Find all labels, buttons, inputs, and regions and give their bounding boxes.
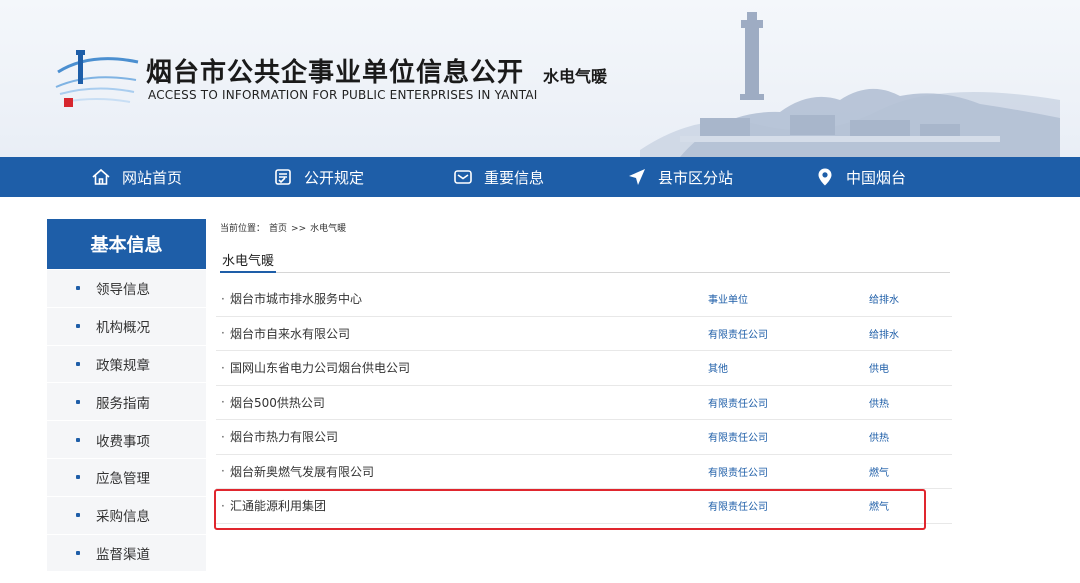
enterprise-category: 供电 bbox=[869, 364, 889, 376]
bullet-dot bbox=[76, 475, 80, 480]
yantai-logo bbox=[55, 50, 139, 107]
list-item[interactable]: · 汇通能源利用集团 有限责任公司 燃气 bbox=[216, 489, 952, 524]
enterprise-type: 有限责任公司 bbox=[708, 329, 768, 341]
bullet-dot bbox=[76, 550, 80, 555]
enterprise-type: 有限责任公司 bbox=[708, 467, 768, 479]
bullet-dot: · bbox=[221, 498, 225, 513]
bullet-dot bbox=[76, 286, 80, 291]
mail-icon bbox=[454, 170, 472, 184]
nav-important-info[interactable]: 重要信息 bbox=[453, 157, 544, 197]
enterprise-category: 给排水 bbox=[869, 295, 899, 307]
bullet-dot bbox=[76, 399, 80, 404]
bullet-dot bbox=[76, 324, 80, 329]
sidebar-item-fees[interactable]: 收费事项 bbox=[47, 421, 206, 459]
nav-important-info-label: 重要信息 bbox=[484, 168, 545, 187]
enterprise-category: 供热 bbox=[869, 433, 889, 445]
sidebar-title: 基本信息 bbox=[47, 219, 206, 269]
enterprise-type: 有限责任公司 bbox=[708, 433, 768, 445]
sidebar-item-label: 机构概况 bbox=[96, 320, 150, 337]
list-item[interactable]: · 烟台市城市排水服务中心 事业单位 给排水 bbox=[216, 282, 952, 317]
enterprise-category: 燃气 bbox=[869, 467, 889, 479]
home-icon bbox=[92, 168, 110, 185]
sidebar-item-leaders[interactable]: 领导信息 bbox=[47, 270, 206, 308]
enterprise-category: 燃气 bbox=[869, 502, 889, 514]
location-pin-icon bbox=[818, 168, 832, 186]
main-nav: 网站首页 公开规定 重要信息 县市区分站 中国烟台 bbox=[0, 157, 1080, 197]
breadcrumb-separator: >> bbox=[291, 224, 307, 234]
enterprise-name-link[interactable]: 烟台市城市排水服务中心 bbox=[230, 290, 362, 307]
sidebar-item-label: 领导信息 bbox=[96, 282, 150, 299]
bullet-dot: · bbox=[221, 291, 225, 306]
enterprise-list: · 烟台市城市排水服务中心 事业单位 给排水 · 烟台市自来水有限公司 有限责任… bbox=[216, 282, 952, 524]
enterprise-name-link[interactable]: 烟台500供热公司 bbox=[230, 394, 325, 411]
bullet-dot: · bbox=[221, 429, 225, 444]
nav-district-sites[interactable]: 县市区分站 bbox=[627, 157, 733, 197]
breadcrumb-home-link[interactable]: 首页 bbox=[269, 224, 287, 234]
enterprise-type: 其他 bbox=[708, 364, 728, 376]
bullet-dot bbox=[76, 513, 80, 518]
sidebar-item-service-guide[interactable]: 服务指南 bbox=[47, 383, 206, 422]
enterprise-name-link[interactable]: 汇通能源利用集团 bbox=[230, 497, 326, 514]
list-item[interactable]: · 烟台市自来水有限公司 有限责任公司 给排水 bbox=[216, 317, 952, 351]
site-subtitle: 水电气暖 bbox=[543, 67, 608, 86]
breadcrumb-current: 水电气暖 bbox=[310, 224, 347, 234]
enterprise-type: 事业单位 bbox=[708, 295, 748, 307]
bullet-dot: · bbox=[221, 360, 225, 375]
list-item[interactable]: · 国网山东省电力公司烟台供电公司 其他 供电 bbox=[216, 351, 952, 386]
nav-district-sites-label: 县市区分站 bbox=[658, 168, 734, 187]
document-icon bbox=[275, 169, 291, 185]
sidebar-item-label: 收费事项 bbox=[96, 433, 150, 450]
sidebar-item-label: 应急管理 bbox=[96, 471, 150, 488]
nav-china-yantai-label: 中国烟台 bbox=[846, 168, 907, 187]
enterprise-name-link[interactable]: 国网山东省电力公司烟台供电公司 bbox=[230, 359, 410, 376]
nav-home-label: 网站首页 bbox=[122, 168, 183, 187]
nav-regulations[interactable]: 公开规定 bbox=[273, 157, 364, 197]
enterprise-category: 供热 bbox=[869, 398, 889, 410]
tab-water-electric-gas-heating[interactable]: 水电气暖 bbox=[220, 250, 277, 273]
enterprise-name-link[interactable]: 烟台市热力有限公司 bbox=[230, 428, 338, 445]
lighthouse-landscape-illustration bbox=[640, 12, 1060, 157]
list-item[interactable]: · 烟台市热力有限公司 有限责任公司 供热 bbox=[216, 420, 952, 455]
sidebar-item-label: 服务指南 bbox=[96, 395, 150, 412]
enterprise-name-link[interactable]: 烟台市自来水有限公司 bbox=[230, 325, 350, 342]
bullet-dot bbox=[76, 437, 80, 442]
section-tab-bar: 水电气暖 bbox=[220, 250, 950, 273]
sidebar-item-policies[interactable]: 政策规章 bbox=[47, 345, 206, 384]
sidebar-item-organization[interactable]: 机构概况 bbox=[47, 307, 206, 346]
list-item[interactable]: · 烟台新奥燃气发展有限公司 有限责任公司 燃气 bbox=[216, 455, 952, 489]
bullet-dot bbox=[76, 361, 80, 366]
bullet-dot: · bbox=[221, 464, 225, 479]
sidebar-item-label: 采购信息 bbox=[96, 509, 150, 526]
sidebar-item-emergency[interactable]: 应急管理 bbox=[47, 458, 206, 497]
sidebar-item-label: 监督渠道 bbox=[96, 546, 150, 563]
bullet-dot: · bbox=[221, 395, 225, 410]
enterprise-type: 有限责任公司 bbox=[708, 398, 768, 410]
site-title: 烟台市公共企事业单位信息公开 bbox=[146, 58, 525, 88]
sidebar-item-procurement[interactable]: 采购信息 bbox=[47, 496, 206, 535]
nav-home[interactable]: 网站首页 bbox=[91, 157, 182, 197]
nav-china-yantai[interactable]: 中国烟台 bbox=[815, 157, 906, 197]
enterprise-category: 给排水 bbox=[869, 329, 899, 341]
breadcrumb-prefix: 当前位置： bbox=[220, 224, 266, 234]
enterprise-type: 有限责任公司 bbox=[708, 502, 768, 514]
navigation-arrow-icon bbox=[629, 169, 645, 185]
nav-regulations-label: 公开规定 bbox=[304, 168, 365, 187]
sidebar-menu: 领导信息 机构概况 政策规章 服务指南 收费事项 应急管理 采购信息 监督渠道 bbox=[47, 270, 206, 573]
breadcrumb: 当前位置： 首页 >> 水电气暖 bbox=[220, 221, 350, 234]
site-english-title: ACCESS TO INFORMATION FOR PUBLIC ENTERPR… bbox=[148, 88, 538, 102]
enterprise-name-link[interactable]: 烟台新奥燃气发展有限公司 bbox=[230, 463, 374, 480]
site-header: 烟台市公共企事业单位信息公开 水电气暖 ACCESS TO INFORMATIO… bbox=[0, 0, 1080, 157]
sidebar-item-label: 政策规章 bbox=[96, 357, 150, 374]
sidebar-item-supervision[interactable]: 监督渠道 bbox=[47, 534, 206, 573]
bullet-dot: · bbox=[221, 326, 225, 341]
list-item[interactable]: · 烟台500供热公司 有限责任公司 供热 bbox=[216, 386, 952, 420]
